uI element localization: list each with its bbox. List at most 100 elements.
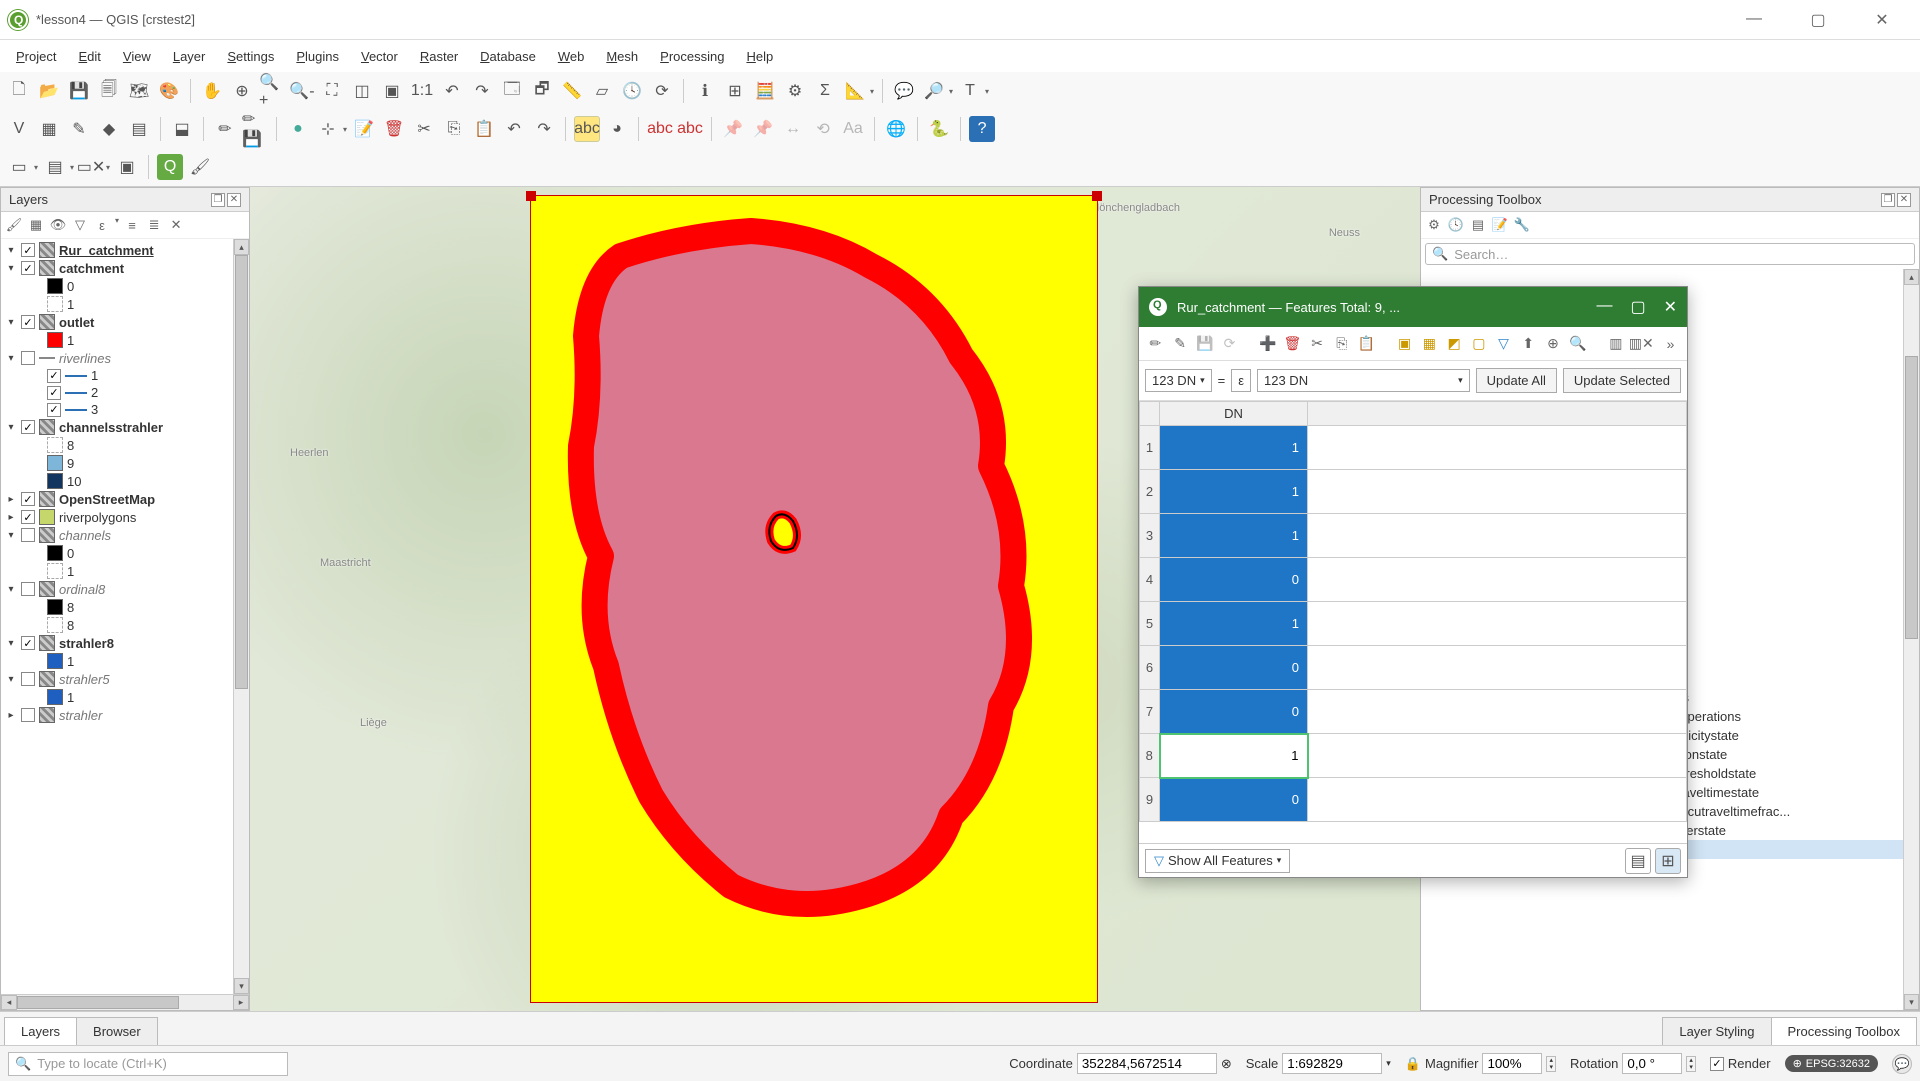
expr-filter-icon[interactable]: ε: [93, 216, 111, 234]
tab-browser[interactable]: Browser: [76, 1017, 158, 1045]
panel-close-icon[interactable]: ✕: [227, 193, 241, 207]
tab-processing-toolbox[interactable]: Processing Toolbox: [1771, 1017, 1918, 1045]
select-expr-icon[interactable]: ▣: [1394, 333, 1415, 355]
row-number[interactable]: 1: [1140, 426, 1160, 470]
more-icon[interactable]: »: [1660, 333, 1681, 355]
zoom-selection-icon[interactable]: ◫: [349, 78, 375, 104]
rotate-label-icon[interactable]: ⟲: [810, 116, 836, 142]
panel-float-icon[interactable]: ❐: [211, 193, 225, 207]
refresh-icon[interactable]: ⟳: [649, 78, 675, 104]
pan-icon[interactable]: ✋: [199, 78, 225, 104]
pan-to-icon[interactable]: ⊕: [1543, 333, 1564, 355]
save-edits-icon[interactable]: 💾: [1194, 333, 1215, 355]
menu-processing[interactable]: Processing: [650, 45, 734, 68]
save-edits-icon[interactable]: ✏💾: [242, 116, 268, 142]
delete-selected-icon[interactable]: 🗑: [381, 116, 407, 142]
mag-up[interactable]: ▴: [1547, 1057, 1555, 1064]
toggle-edit-icon[interactable]: ✏: [1145, 333, 1166, 355]
chevron-icon[interactable]: [5, 353, 17, 364]
attr-minimize-button[interactable]: —: [1596, 297, 1612, 317]
move-label-icon[interactable]: ↔: [780, 116, 806, 142]
open-project-icon[interactable]: 📂: [36, 78, 62, 104]
layers-tree[interactable]: Rur_catchmentcatchment01outlet1riverline…: [1, 239, 233, 994]
toolbox-search[interactable]: 🔍 Search…: [1425, 243, 1915, 265]
deselect-icon[interactable]: ▢: [1468, 333, 1489, 355]
row-number[interactable]: 2: [1140, 470, 1160, 514]
help-icon[interactable]: ?: [969, 116, 995, 142]
layer-riverlines[interactable]: riverlines: [3, 349, 231, 367]
zoom-to-icon[interactable]: 🔍: [1567, 333, 1588, 355]
visibility-checkbox[interactable]: [21, 315, 35, 329]
visibility-checkbox[interactable]: [21, 636, 35, 650]
multiedit-icon[interactable]: ✎: [1170, 333, 1191, 355]
zoom-next-icon[interactable]: ↷: [469, 78, 495, 104]
toolbox-history-icon[interactable]: 🕓: [1447, 216, 1465, 234]
layer-OpenStreetMap[interactable]: OpenStreetMap: [3, 490, 231, 508]
reload-icon[interactable]: ⟳: [1219, 333, 1240, 355]
row-number[interactable]: 5: [1140, 602, 1160, 646]
visibility-checkbox[interactable]: [21, 420, 35, 434]
chevron-icon[interactable]: [5, 512, 17, 523]
menu-view[interactable]: View: [113, 45, 161, 68]
hide-labels-icon[interactable]: abc: [677, 116, 703, 142]
cell-dn[interactable]: 1: [1160, 470, 1308, 514]
attr-close-button[interactable]: ✕: [1664, 297, 1677, 317]
field-calc-icon[interactable]: 🧮: [752, 78, 778, 104]
visibility-checkbox[interactable]: [21, 582, 35, 596]
filter-legend-icon[interactable]: ▽: [71, 216, 89, 234]
layers-hscroll[interactable]: ◂ ▸: [1, 994, 249, 1010]
zoom-out-icon[interactable]: 🔍-: [289, 78, 315, 104]
label-icon[interactable]: abc: [574, 116, 600, 142]
python-console-icon[interactable]: 🐍: [926, 116, 952, 142]
zoom-full-icon[interactable]: ⛶: [319, 78, 345, 104]
measure-area-icon[interactable]: ▱: [589, 78, 615, 104]
rot-down[interactable]: ▾: [1687, 1064, 1695, 1071]
zoom-in-icon[interactable]: 🔍+: [259, 78, 285, 104]
layer-catchment[interactable]: catchment: [3, 259, 231, 277]
layer-style-icon[interactable]: 🖌: [5, 216, 23, 234]
maptips-icon[interactable]: 💬: [891, 78, 917, 104]
minimize-button[interactable]: —: [1734, 10, 1774, 30]
move-top-icon[interactable]: ⬆: [1518, 333, 1539, 355]
chevron-icon[interactable]: [5, 530, 17, 541]
tab-layers[interactable]: Layers: [4, 1017, 77, 1045]
metasearch-icon[interactable]: 🌐: [883, 116, 909, 142]
panel-float-icon[interactable]: ❐: [1881, 193, 1895, 207]
legend-item[interactable]: 8: [3, 598, 231, 616]
delete-field-icon[interactable]: ▥✕: [1630, 333, 1652, 355]
zoom-last-icon[interactable]: ↶: [439, 78, 465, 104]
pin-labels-icon[interactable]: 📌: [720, 116, 746, 142]
toolbox-vscroll[interactable]: ▴ ▾: [1903, 269, 1919, 1010]
zoom-native-icon[interactable]: 1:1: [409, 78, 435, 104]
redo-icon[interactable]: ↷: [531, 116, 557, 142]
cut-icon[interactable]: ✂: [411, 116, 437, 142]
remove-layer-icon[interactable]: ✕: [167, 216, 185, 234]
visibility-checkbox[interactable]: [21, 243, 35, 257]
cell-dn[interactable]: 1: [1160, 602, 1308, 646]
select-value-icon[interactable]: ▤: [42, 154, 68, 180]
cut-icon[interactable]: ✂: [1307, 333, 1328, 355]
delete-feature-icon[interactable]: 🗑: [1282, 333, 1303, 355]
tab-layer-styling[interactable]: Layer Styling: [1662, 1017, 1771, 1045]
cell-dn[interactable]: 1: [1160, 514, 1308, 558]
row-number[interactable]: 9: [1140, 778, 1160, 822]
paste-icon[interactable]: 📋: [471, 116, 497, 142]
scroll-up-icon[interactable]: ▴: [1904, 269, 1919, 285]
new-map-view-icon[interactable]: 🗔: [499, 78, 525, 104]
table-row[interactable]: 70: [1140, 690, 1687, 734]
scroll-down-icon[interactable]: ▾: [1904, 994, 1919, 1010]
save-as-icon[interactable]: 🗐: [96, 78, 122, 104]
field-select-right[interactable]: 123 DN▾: [1257, 369, 1470, 392]
menu-mesh[interactable]: Mesh: [596, 45, 648, 68]
new-memory-icon[interactable]: ▤: [126, 116, 152, 142]
chevron-icon[interactable]: [5, 494, 17, 505]
menu-database[interactable]: Database: [470, 45, 546, 68]
show-pinned-icon[interactable]: 📌: [750, 116, 776, 142]
menu-edit[interactable]: Edit: [68, 45, 110, 68]
toolbox-edit-icon[interactable]: 📝: [1491, 216, 1509, 234]
menu-settings[interactable]: Settings: [217, 45, 284, 68]
add-feature-icon[interactable]: ➕: [1257, 333, 1278, 355]
change-label-icon[interactable]: Aa: [840, 116, 866, 142]
attr-table[interactable]: DN 112131405160708190: [1139, 401, 1687, 843]
layer-channelsstrahler[interactable]: channelsstrahler: [3, 418, 231, 436]
